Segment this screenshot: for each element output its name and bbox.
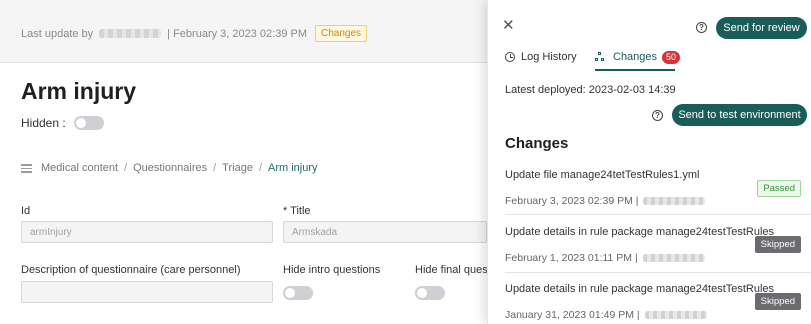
divider xyxy=(505,214,811,215)
description-field[interactable] xyxy=(21,281,273,303)
breadcrumb-separator: / xyxy=(124,162,128,174)
clock-icon xyxy=(505,52,515,62)
divider xyxy=(505,272,811,273)
send-for-review-button[interactable]: Send for review xyxy=(716,17,807,39)
redacted-user-name xyxy=(642,254,705,262)
status-badge: Skipped xyxy=(754,236,801,253)
hide-final-toggle[interactable] xyxy=(415,286,445,300)
last-update-info: Last update by | February 3, 2023 02:39 … xyxy=(21,25,368,42)
breadcrumb: Medical content / Questionnaires / Triag… xyxy=(21,162,318,174)
last-update-date: | February 3, 2023 02:39 PM xyxy=(167,27,307,40)
hide-intro-label: Hide intro questions xyxy=(283,264,381,276)
hierarchy-icon xyxy=(595,52,605,62)
id-label: Id xyxy=(21,205,31,217)
change-meta: February 1, 2023 01:11 PM | xyxy=(505,252,805,264)
tab-changes[interactable]: Changes 50 xyxy=(595,44,681,70)
change-date: February 1, 2023 01:11 PM | xyxy=(505,252,638,264)
hidden-toggle[interactable] xyxy=(73,116,104,130)
title-field[interactable]: Armskada xyxy=(283,221,487,243)
tab-log-history-label: Log History xyxy=(521,51,577,63)
tab-changes-label: Changes xyxy=(613,51,658,63)
latest-deployed: Latest deployed: 2023-02-03 14:39 xyxy=(505,84,676,96)
drawer-tabs: Log History Changes 50 xyxy=(488,44,811,71)
change-date: January 31, 2023 01:49 PM | xyxy=(505,309,640,321)
changes-drawer: ✕ ? Send for review Log History Changes … xyxy=(487,0,811,324)
id-field[interactable]: armInjury xyxy=(21,221,273,243)
changes-badge[interactable]: Changes xyxy=(315,25,368,42)
redacted-user-name xyxy=(643,197,706,205)
hidden-setting: Hidden : xyxy=(21,116,104,130)
change-meta: January 31, 2023 01:49 PM | xyxy=(505,309,805,321)
redacted-user-name xyxy=(644,311,707,319)
help-icon[interactable]: ? xyxy=(696,22,707,33)
hidden-label: Hidden : xyxy=(21,116,66,130)
last-update-prefix: Last update by xyxy=(21,27,94,40)
breadcrumb-current: Arm injury xyxy=(268,162,318,174)
active-tab-indicator xyxy=(595,69,675,71)
send-to-test-environment-button[interactable]: Send to test environment xyxy=(672,104,807,126)
title-label: * Title xyxy=(283,205,311,217)
page-title: Arm injury xyxy=(21,78,137,104)
status-badge: Passed xyxy=(757,180,801,197)
description-label: Description of questionnaire (care perso… xyxy=(21,264,241,276)
close-icon[interactable]: ✕ xyxy=(502,18,515,33)
change-date: February 3, 2023 02:39 PM | xyxy=(505,195,639,207)
tab-log-history[interactable]: Log History xyxy=(505,44,577,70)
changes-count-badge: 50 xyxy=(662,50,681,64)
hide-intro-toggle[interactable] xyxy=(283,286,313,300)
hide-final-label: Hide final questi xyxy=(415,264,494,276)
breadcrumb-questionnaires[interactable]: Questionnaires xyxy=(133,162,207,174)
breadcrumb-triage[interactable]: Triage xyxy=(222,162,253,174)
changes-heading: Changes xyxy=(505,135,569,152)
status-badge: Skipped xyxy=(754,293,801,310)
list-icon xyxy=(21,163,32,173)
breadcrumb-separator: / xyxy=(213,162,217,174)
redacted-user-name xyxy=(99,29,162,38)
help-icon[interactable]: ? xyxy=(652,110,663,121)
breadcrumb-separator: / xyxy=(258,162,263,174)
breadcrumb-medical-content[interactable]: Medical content xyxy=(41,162,118,174)
